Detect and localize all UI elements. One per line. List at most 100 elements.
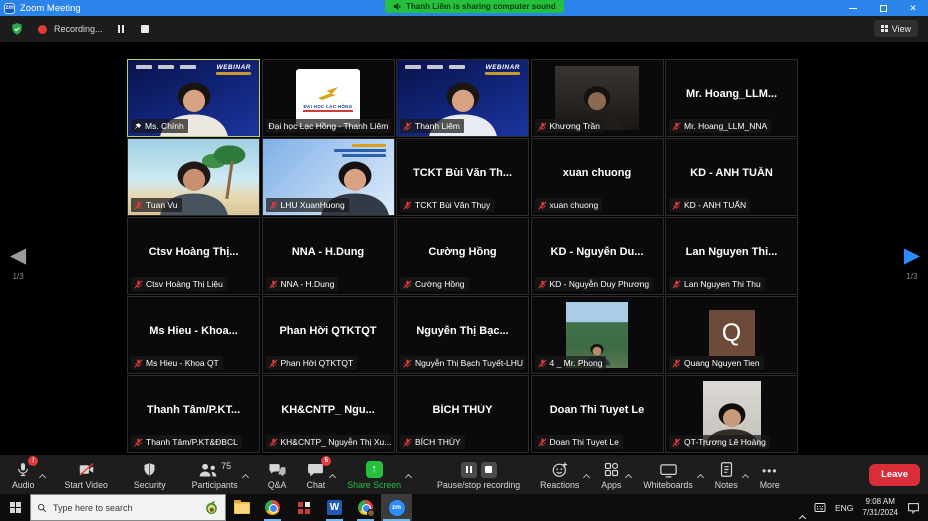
reactions-options-chevron[interactable] <box>583 474 590 481</box>
audio-options-chevron[interactable] <box>38 474 45 481</box>
stop-recording-button[interactable] <box>141 25 149 33</box>
clock-date: 7/31/2024 <box>862 508 898 518</box>
apps-button[interactable]: Apps <box>601 460 621 490</box>
participant-tile[interactable]: Cường HồngCường Hồng <box>396 217 529 295</box>
shield-check-icon <box>10 22 24 36</box>
webinar-sponsor-strip <box>136 65 196 69</box>
participant-tile[interactable]: ĐẠI HỌC LẠC HỒNGĐại học Lạc Hồng - Thanh… <box>262 59 395 137</box>
previous-page-arrow[interactable]: ◀ <box>10 245 26 266</box>
participant-tile[interactable]: LHU XuanHuong <box>262 138 395 216</box>
participant-tile[interactable]: Tuan Vu <box>127 138 260 216</box>
muted-mic-icon <box>538 280 547 289</box>
apps-options-chevron[interactable] <box>625 474 632 481</box>
audio-button[interactable]: ! Audio <box>12 460 35 490</box>
participant-name-label: Ms. Chính <box>131 119 188 133</box>
muted-mic-icon <box>403 280 412 289</box>
participant-tile[interactable]: QT-Trương Lê Hoàng <box>665 375 798 453</box>
share-options-chevron[interactable] <box>405 474 412 481</box>
meeting-info-button[interactable] <box>10 22 24 36</box>
participant-display-name: Cường Hồng <box>399 246 526 258</box>
tray-app-icon[interactable] <box>814 502 826 513</box>
security-button[interactable]: Security <box>134 460 166 490</box>
reactions-button[interactable]: Reactions <box>540 460 579 490</box>
toolbar-pause-recording-button[interactable] <box>461 462 477 478</box>
participant-tile[interactable]: Lan Nguyen Thi...Lan Nguyen Thi Thu <box>665 217 798 295</box>
participant-tile[interactable]: 4 _ Mr. Phong <box>531 296 664 374</box>
whiteboards-options-chevron[interactable] <box>697 474 704 481</box>
participant-display-name: Thanh Tâm/P.KT... <box>130 404 257 416</box>
participant-tile[interactable]: xuan chuongxuan chuong <box>531 138 664 216</box>
hidden-icons-chevron[interactable] <box>799 515 806 521</box>
notes-options-chevron[interactable] <box>742 474 749 481</box>
participant-tile[interactable]: WEBINARThanh Liêm <box>396 59 529 137</box>
muted-mic-icon <box>269 359 278 368</box>
next-page-arrow[interactable]: ▶ <box>904 245 920 266</box>
notes-button[interactable]: Notes <box>715 460 738 490</box>
participant-tile[interactable]: QQuang Nguyen Tien <box>665 296 798 374</box>
meeting-header-bar: Recording... View <box>0 16 928 42</box>
muted-mic-icon <box>269 280 278 289</box>
participant-name-label: Lan Nguyen Thi Thu <box>669 277 765 291</box>
participants-button[interactable]: 75 Participants <box>192 460 238 490</box>
muted-mic-icon <box>538 438 547 447</box>
webinar-banner-text: WEBINAR <box>216 64 251 75</box>
participants-options-chevron[interactable] <box>242 474 249 481</box>
participant-display-name: xuan chuong <box>534 167 661 179</box>
muted-mic-icon <box>269 438 278 447</box>
participant-name-label: Ms Hieu - Khoa QT <box>131 356 223 370</box>
participant-tile[interactable]: NNA - H.DungNNA - H.Dung <box>262 217 395 295</box>
start-button[interactable] <box>0 494 30 521</box>
taskbar-zoom[interactable]: zm <box>381 494 412 521</box>
taskbar-search[interactable] <box>30 494 226 521</box>
toolbar-stop-recording-button[interactable] <box>481 462 497 478</box>
taskbar-clock[interactable]: 9:08 AM 7/31/2024 <box>862 497 898 518</box>
word-icon: W <box>327 500 342 515</box>
participant-tile[interactable]: Ctsv Hoàng Thị...Ctsv Hoàng Thị Liệu <box>127 217 260 295</box>
pin-icon <box>134 122 142 131</box>
share-screen-button[interactable]: ↑ Share Screen <box>347 460 401 490</box>
language-indicator[interactable]: ENG <box>835 503 853 513</box>
participant-display-name: BÍCH THÙY <box>399 404 526 416</box>
taskbar-app[interactable] <box>288 494 319 521</box>
more-button[interactable]: ••• More <box>760 460 780 490</box>
view-button[interactable]: View <box>874 20 918 37</box>
participant-tile[interactable]: TCKT Bùi Văn Th...TCKT Bùi Văn Thụy <box>396 138 529 216</box>
participant-tile[interactable]: KH&CNTP_ Ngu...KH&CNTP_ Nguyễn Thị Xu... <box>262 375 395 453</box>
participant-display-name: KH&CNTP_ Ngu... <box>265 404 392 416</box>
participant-tile[interactable]: Phan Hời QTKTQTPhan Hời QTKTQT <box>262 296 395 374</box>
participant-tile[interactable]: Nguyễn Thị Bạc...Nguyễn Thị Bạch Tuyết-L… <box>396 296 529 374</box>
search-input[interactable] <box>53 503 198 513</box>
muted-mic-icon <box>403 438 412 447</box>
action-center-icon[interactable] <box>907 502 920 514</box>
participant-display-name: Ms Hieu - Khoa... <box>130 325 257 337</box>
start-video-button[interactable]: Start Video <box>65 460 108 490</box>
taskbar-word[interactable]: W <box>319 494 350 521</box>
chat-options-chevron[interactable] <box>329 474 336 481</box>
slide-text-lines <box>334 144 386 159</box>
participant-name-label: Mr. Hoang_LLM_NNA <box>669 119 771 133</box>
chat-button[interactable]: 5 Chat <box>307 460 326 490</box>
close-button[interactable]: ✕ <box>898 0 928 16</box>
taskbar-file-explorer[interactable] <box>226 494 257 521</box>
taskbar-chrome-profile[interactable] <box>350 494 381 521</box>
participant-tile[interactable]: Khương Trần <box>531 59 664 137</box>
search-icon <box>37 503 47 513</box>
maximize-button[interactable] <box>868 0 898 16</box>
participant-tile[interactable]: Doan Thi Tuyet LeDoan Thi Tuyet Le <box>531 375 664 453</box>
notes-icon <box>719 461 734 478</box>
minimize-button[interactable] <box>838 0 868 16</box>
participant-tile[interactable]: Mr. Hoang_LLM...Mr. Hoang_LLM_NNA <box>665 59 798 137</box>
participant-tile[interactable]: KD - ANH TUẤNKD - ANH TUẤN <box>665 138 798 216</box>
pause-recording-button[interactable] <box>118 25 124 33</box>
participant-tile[interactable]: WEBINAR Ms. Chính <box>127 59 260 137</box>
leave-button[interactable]: Leave <box>869 464 920 486</box>
participant-tile[interactable]: Thanh Tâm/P.KT...Thanh Tâm/P.KT&ĐBCL <box>127 375 260 453</box>
whiteboards-button[interactable]: Whiteboards <box>643 460 692 490</box>
participant-tile[interactable]: KD - Nguyễn Du...KD - Nguyễn Duy Phương <box>531 217 664 295</box>
minimize-icon <box>849 8 857 9</box>
qa-button[interactable]: Q&A <box>268 460 287 490</box>
participant-tile[interactable]: Ms Hieu - Khoa... Ms Hieu - Khoa QT <box>127 296 260 374</box>
taskbar-chrome[interactable] <box>257 494 288 521</box>
participant-tile[interactable]: BÍCH THÙYBÍCH THÙY <box>396 375 529 453</box>
participant-name-label: LHU XuanHuong <box>266 198 349 212</box>
